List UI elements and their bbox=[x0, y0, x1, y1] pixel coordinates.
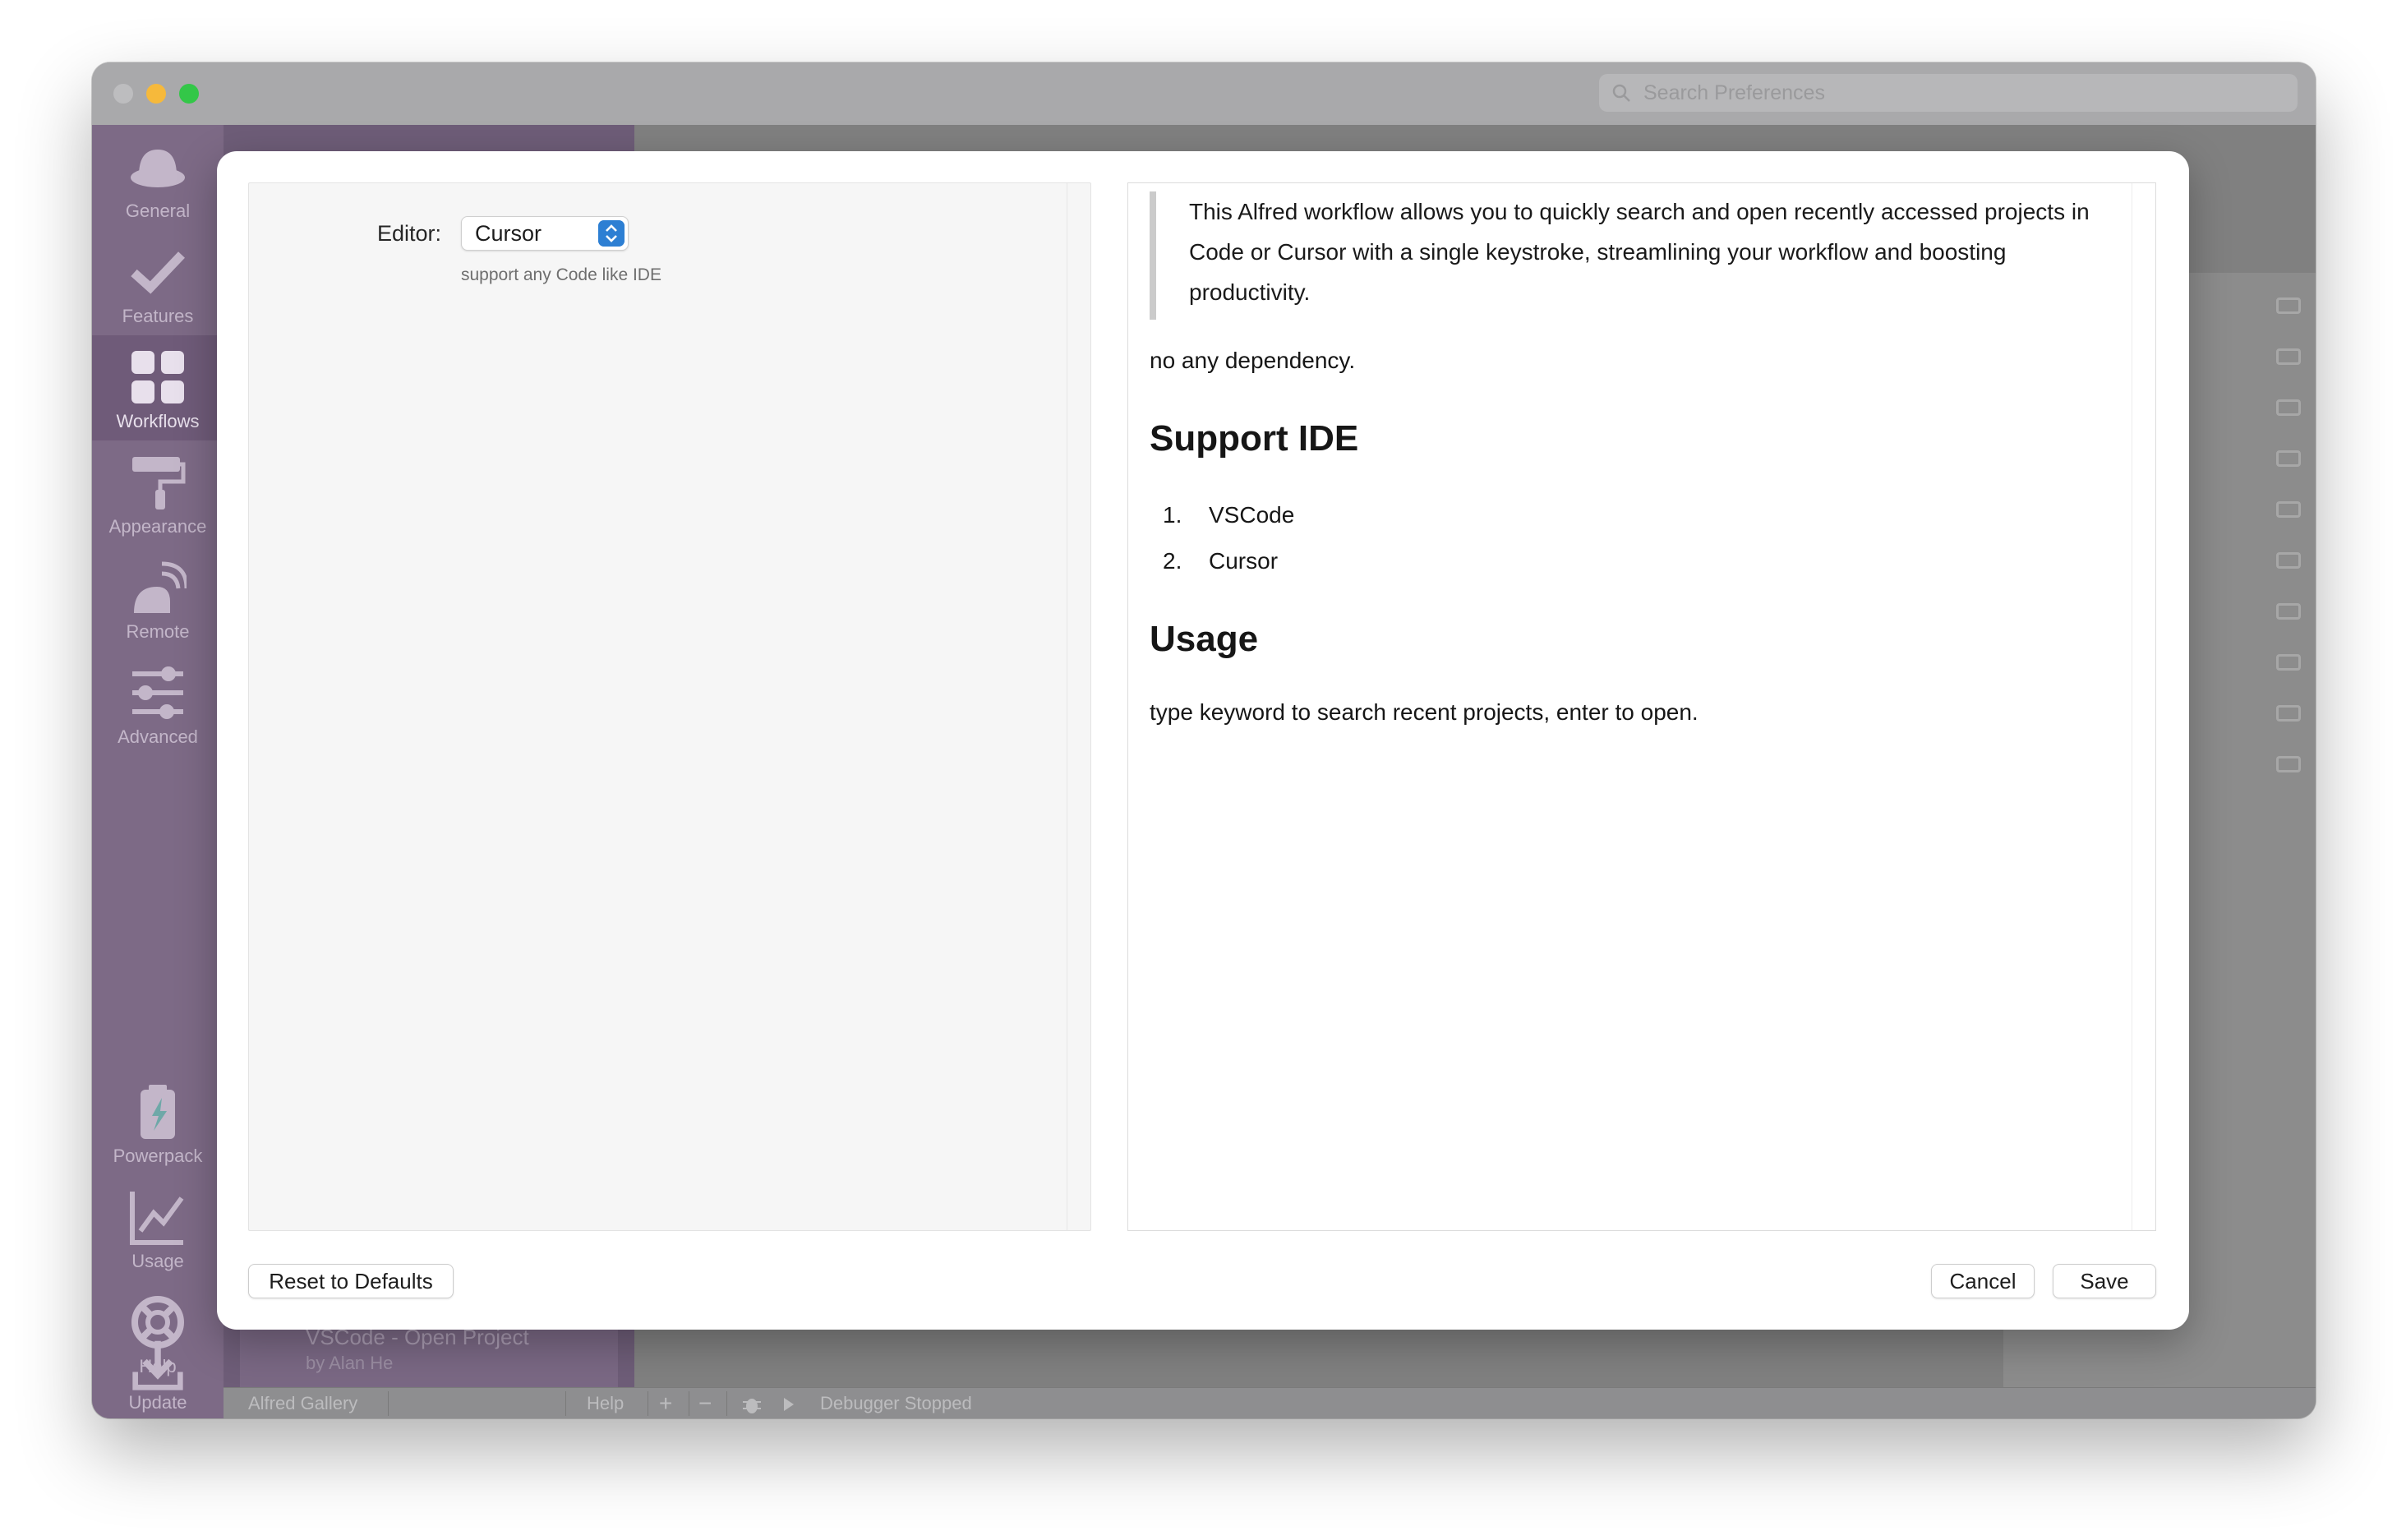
row-toggle-icon[interactable] bbox=[2276, 348, 2301, 365]
list-item-number: 2. bbox=[1163, 548, 1182, 574]
workflow-entry-author: by Alan He bbox=[306, 1353, 394, 1373]
debugger-status: Debugger Stopped bbox=[820, 1393, 972, 1413]
sidebar-item-update[interactable]: Update bbox=[92, 1333, 224, 1418]
row-toggle-icon[interactable] bbox=[2276, 297, 2301, 314]
readme-pane: This Alfred workflow allows you to quick… bbox=[1127, 182, 2156, 1231]
readme-heading-usage: Usage bbox=[1150, 619, 1259, 659]
list-item: 2. Cursor bbox=[1163, 548, 1278, 574]
list-item: 1. VSCode bbox=[1163, 502, 1294, 528]
save-button[interactable]: Save bbox=[2053, 1264, 2156, 1298]
readme-paragraph: no any dependency. bbox=[1150, 348, 1356, 373]
row-toggle-icon[interactable] bbox=[2276, 450, 2301, 467]
chart-icon bbox=[130, 1192, 184, 1245]
sidebar-item-workflows[interactable]: Workflows bbox=[92, 335, 224, 440]
user-configuration-pane: Editor: Cursor support any Code like IDE bbox=[248, 182, 1091, 1231]
list-item-text: Cursor bbox=[1209, 548, 1279, 574]
search-icon bbox=[1612, 84, 1630, 102]
sidebar: General Features Workflows Appearance Re… bbox=[92, 125, 224, 1418]
workflow-configuration-dialog: Editor: Cursor support any Code like IDE… bbox=[217, 151, 2189, 1330]
sidebar-item-label: Advanced bbox=[118, 726, 198, 747]
hat-icon bbox=[131, 150, 185, 187]
sidebar-item-label: General bbox=[125, 201, 191, 221]
row-toggle-icon[interactable] bbox=[2276, 654, 2301, 671]
paint-roller-icon bbox=[132, 457, 186, 509]
search-preferences-field[interactable]: Search Preferences bbox=[1599, 74, 2298, 112]
sidebar-item-usage[interactable]: Usage bbox=[92, 1175, 224, 1280]
add-workflow-button[interactable]: + bbox=[659, 1388, 672, 1418]
sidebar-item-features[interactable]: Features bbox=[92, 230, 224, 335]
bottom-bar: Alfred Gallery Help + − Debugger Stopped bbox=[224, 1387, 2316, 1418]
sidebar-item-powerpack[interactable]: Powerpack bbox=[92, 1070, 224, 1175]
remote-icon bbox=[134, 561, 187, 613]
sidebar-item-advanced[interactable]: Advanced bbox=[92, 651, 224, 756]
row-toggle-icon[interactable] bbox=[2276, 756, 2301, 772]
sidebar-item-label: Update bbox=[128, 1392, 187, 1413]
minimize-window-button[interactable] bbox=[146, 84, 166, 104]
sidebar-item-general[interactable]: General bbox=[92, 125, 224, 230]
sidebar-item-label: Remote bbox=[126, 621, 190, 642]
reset-to-defaults-button[interactable]: Reset to Defaults bbox=[248, 1264, 454, 1298]
battery-icon bbox=[141, 1085, 175, 1139]
readme-blockquote: This Alfred workflow allows you to quick… bbox=[1150, 191, 2119, 320]
list-item-text: VSCode bbox=[1209, 502, 1295, 528]
row-toggle-icon[interactable] bbox=[2276, 603, 2301, 620]
sidebar-item-label: Workflows bbox=[116, 411, 200, 431]
title-bar: Search Preferences bbox=[92, 62, 2316, 125]
sidebar-item-label: Appearance bbox=[108, 516, 207, 537]
close-window-button[interactable] bbox=[113, 84, 133, 104]
editor-label: Editor: bbox=[377, 221, 442, 246]
download-icon bbox=[132, 1340, 183, 1390]
cancel-button[interactable]: Cancel bbox=[1931, 1264, 2035, 1298]
bug-icon[interactable] bbox=[741, 1394, 763, 1415]
editor-select[interactable]: Cursor bbox=[461, 216, 629, 251]
readme-heading-support-ide: Support IDE bbox=[1150, 418, 1359, 459]
sidebar-item-remote[interactable]: Remote bbox=[92, 546, 224, 651]
editor-select-value: Cursor bbox=[475, 221, 542, 246]
sliders-icon bbox=[132, 666, 183, 719]
chevron-up-down-icon bbox=[598, 220, 625, 247]
remove-workflow-button[interactable]: − bbox=[698, 1388, 712, 1418]
sidebar-item-label: Features bbox=[122, 306, 194, 326]
play-icon[interactable] bbox=[782, 1397, 795, 1412]
list-item-number: 1. bbox=[1163, 502, 1182, 528]
maximize-window-button[interactable] bbox=[179, 84, 199, 104]
alfred-gallery-button[interactable]: Alfred Gallery bbox=[248, 1388, 357, 1418]
row-toggle-icon[interactable] bbox=[2276, 399, 2301, 416]
checkmark-icon bbox=[131, 251, 185, 294]
sidebar-item-appearance[interactable]: Appearance bbox=[92, 440, 224, 546]
sidebar-item-label: Usage bbox=[131, 1251, 184, 1271]
search-placeholder: Search Preferences bbox=[1643, 81, 1825, 104]
readme-paragraph: type keyword to search recent projects, … bbox=[1150, 699, 1698, 725]
grid-icon bbox=[131, 351, 184, 403]
help-button[interactable]: Help bbox=[587, 1388, 624, 1418]
editor-hint: support any Code like IDE bbox=[461, 265, 661, 284]
row-toggle-icon[interactable] bbox=[2276, 552, 2301, 569]
row-toggle-icon[interactable] bbox=[2276, 501, 2301, 518]
row-toggle-icon[interactable] bbox=[2276, 705, 2301, 722]
sidebar-item-label: Powerpack bbox=[113, 1146, 203, 1166]
